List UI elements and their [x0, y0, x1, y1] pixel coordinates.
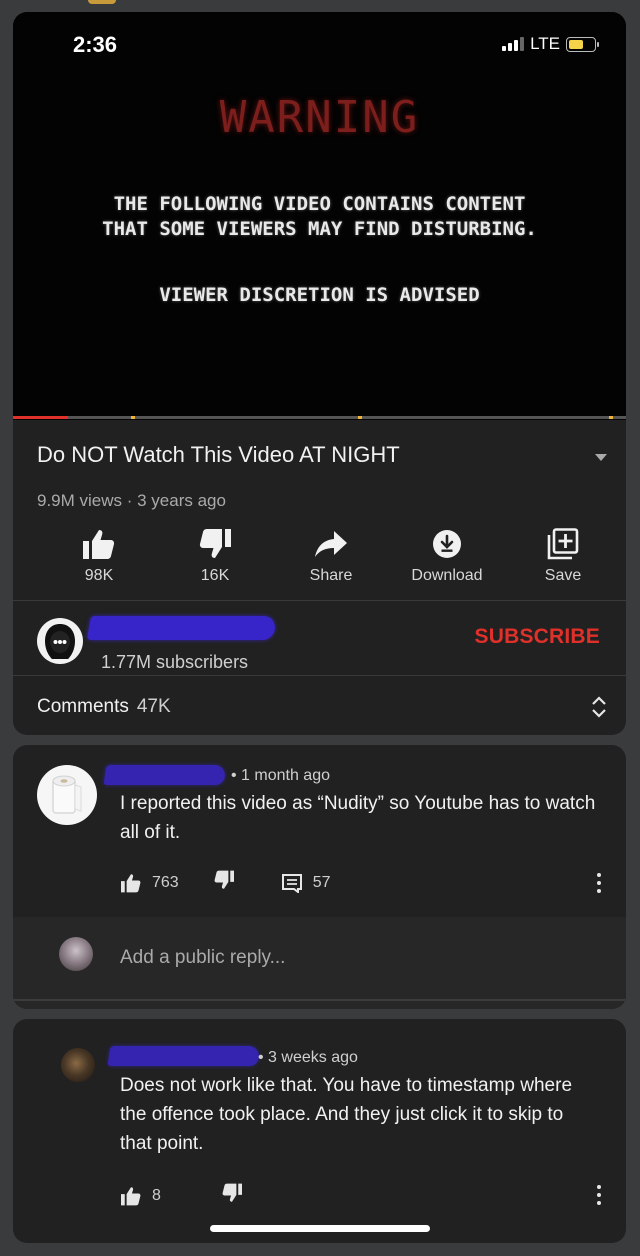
- comment-like-count: 8: [152, 1186, 161, 1204]
- chapter-marker: [131, 416, 135, 419]
- like-button[interactable]: 98K: [51, 527, 147, 585]
- chapter-marker: [609, 416, 613, 419]
- reply-card: • 3 weeks ago Does not work like that. Y…: [13, 1019, 626, 1243]
- top-edge-decoration: [88, 0, 116, 4]
- video-player[interactable]: 2:36 LTE WARNING THE FOLLOWING VIDEO CON…: [13, 12, 626, 420]
- save-button[interactable]: Save: [515, 527, 611, 585]
- comments-label: Comments: [37, 696, 129, 717]
- subscriber-count: 1.77M subscribers: [101, 652, 249, 672]
- download-button[interactable]: Download: [399, 527, 495, 585]
- battery-icon: [566, 36, 599, 52]
- channel-avatar[interactable]: [37, 618, 83, 664]
- video-card: 2:36 LTE WARNING THE FOLLOWING VIDEO CON…: [13, 12, 626, 735]
- share-label: Share: [309, 567, 353, 584]
- redacted-channel-name: [86, 616, 278, 640]
- more-options-icon[interactable]: [597, 873, 601, 893]
- replies-button[interactable]: 57: [281, 873, 331, 893]
- dislike-count: 16K: [200, 567, 230, 584]
- thumbs-up-icon: [121, 873, 141, 892]
- divider: [13, 675, 626, 676]
- video-title[interactable]: Do NOT Watch This Video AT NIGHT: [37, 442, 400, 468]
- hooded-figure-icon: [45, 624, 75, 659]
- comment-card: • 1 month ago I reported this video as “…: [13, 745, 626, 1009]
- like-comment-button[interactable]: 8: [120, 1186, 161, 1206]
- dislike-button[interactable]: 16K: [167, 527, 263, 585]
- comment-actions: 8: [120, 1183, 243, 1208]
- home-indicator[interactable]: [210, 1225, 430, 1232]
- add-reply-input[interactable]: Add a public reply...: [120, 947, 285, 969]
- toilet-paper-icon: [52, 775, 82, 814]
- warning-title: WARNING: [219, 92, 420, 143]
- share-button[interactable]: Share: [283, 527, 379, 585]
- download-label: Download: [411, 567, 483, 584]
- discretion-text: VIEWER DISCRETION IS ADVISED: [159, 284, 480, 306]
- expand-description-icon[interactable]: [595, 454, 607, 461]
- comment-like-count: 763: [152, 873, 179, 891]
- status-indicators: LTE: [502, 34, 599, 54]
- thumbs-down-icon: [214, 870, 234, 889]
- action-bar: 98K 16K Share Download Save: [51, 527, 611, 585]
- progress-played: [13, 416, 69, 419]
- share-icon: [314, 527, 348, 561]
- like-comment-button[interactable]: 763: [120, 873, 179, 893]
- more-options-icon[interactable]: [597, 1185, 601, 1205]
- redacted-username: [107, 1046, 261, 1066]
- comment-text: I reported this video as “Nudity” so You…: [120, 793, 596, 843]
- comment-text: Does not work like that. You have to tim…: [120, 1075, 573, 1154]
- commenter-avatar[interactable]: [37, 765, 97, 825]
- comment-time: • 3 weeks ago: [258, 1049, 358, 1066]
- dislike-comment-button[interactable]: [221, 1183, 243, 1208]
- thumbs-down-icon: [222, 1183, 242, 1202]
- status-time: 2:36: [73, 32, 118, 57]
- warning-text: THE FOLLOWING VIDEO CONTAINS CONTENT THA…: [13, 192, 626, 242]
- save-playlist-icon: [547, 527, 579, 561]
- comments-count: 47K: [136, 696, 171, 717]
- like-count: 98K: [84, 567, 114, 584]
- chapter-marker: [358, 416, 362, 419]
- dislike-comment-button[interactable]: [213, 870, 235, 895]
- video-meta: 9.9M views · 3 years ago: [37, 491, 226, 510]
- download-icon: [432, 527, 462, 561]
- thumbs-up-icon: [121, 1186, 141, 1205]
- divider: [13, 600, 626, 601]
- comment-time: • 1 month ago: [231, 767, 330, 784]
- save-label: Save: [544, 567, 582, 584]
- network-label: LTE: [530, 34, 560, 53]
- warning-line-1: THE FOLLOWING VIDEO CONTAINS CONTENT: [113, 193, 526, 215]
- signal-icon: [502, 37, 525, 51]
- reply-count: 57: [312, 873, 331, 891]
- comments-header[interactable]: Comments 47K: [37, 696, 171, 718]
- divider: [13, 999, 626, 1001]
- video-progress-bar[interactable]: [13, 416, 626, 419]
- thumbs-up-icon: [82, 527, 116, 561]
- unfold-icon[interactable]: [591, 696, 607, 723]
- subscribe-button[interactable]: SUBSCRIBE: [475, 625, 600, 649]
- user-avatar: [59, 937, 93, 971]
- reply-comment-icon: [281, 873, 302, 893]
- comment-actions: 763 57: [120, 870, 331, 895]
- warning-line-2: THAT SOME VIEWERS MAY FIND DISTURBING.: [102, 218, 537, 240]
- reply-area: [13, 917, 626, 1009]
- redacted-username: [103, 765, 227, 785]
- thumbs-down-icon: [198, 527, 232, 561]
- commenter-avatar[interactable]: [61, 1048, 95, 1082]
